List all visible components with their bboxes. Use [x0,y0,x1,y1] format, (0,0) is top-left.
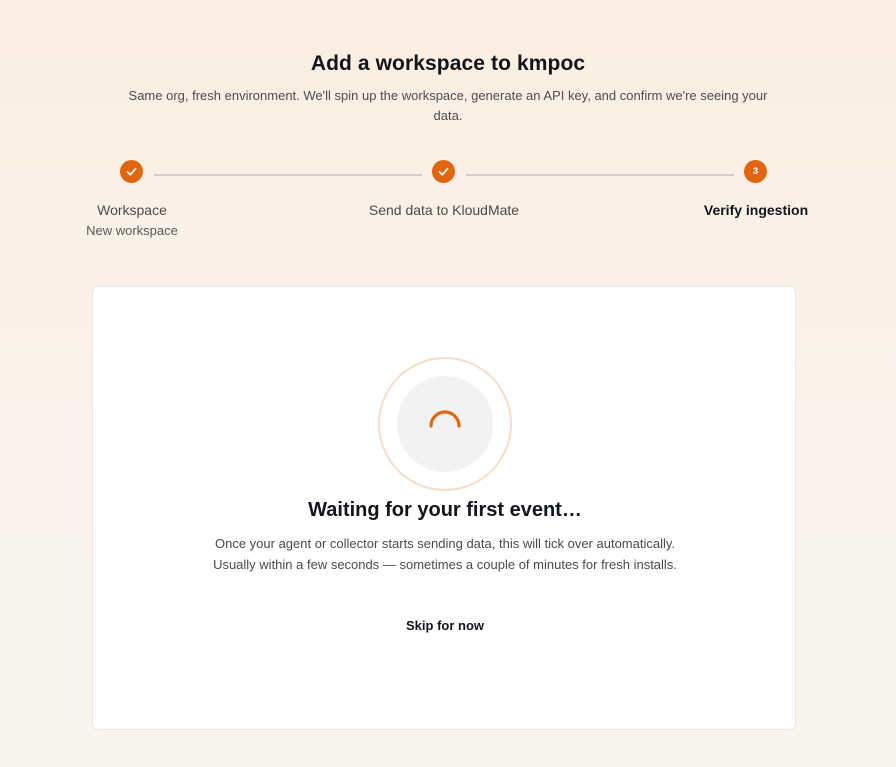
step-1-complete-badge [120,160,143,183]
waiting-description-line-1: Once your agent or collector starts send… [214,536,676,551]
spinner-icon [429,410,461,428]
stepper: 3 Workspace New workspace Send data to K… [0,0,896,250]
check-icon [126,167,137,176]
step-1-sublabel: New workspace [86,223,178,238]
step-3-number: 3 [752,166,759,177]
check-icon [438,167,449,176]
skip-button[interactable]: Skip for now [385,613,505,637]
step-3-label: Verify ingestion [703,202,809,218]
step-2-label: Send data to KloudMate [368,202,520,218]
step-connector-1 [154,174,422,176]
waiting-title: Waiting for your first event… [308,499,582,521]
step-3-active-badge: 3 [744,160,767,183]
spinner-backdrop [397,376,493,472]
waiting-description: Once your agent or collector starts send… [153,533,737,575]
step-connector-2 [466,174,734,176]
waiting-description-line-2: Usually within a few seconds — sometimes… [213,557,677,572]
verification-card: Waiting for your first event… Once your … [92,286,796,730]
step-1-label: Workspace [97,202,167,218]
step-2-complete-badge [432,160,455,183]
spinner-ring [378,357,512,491]
